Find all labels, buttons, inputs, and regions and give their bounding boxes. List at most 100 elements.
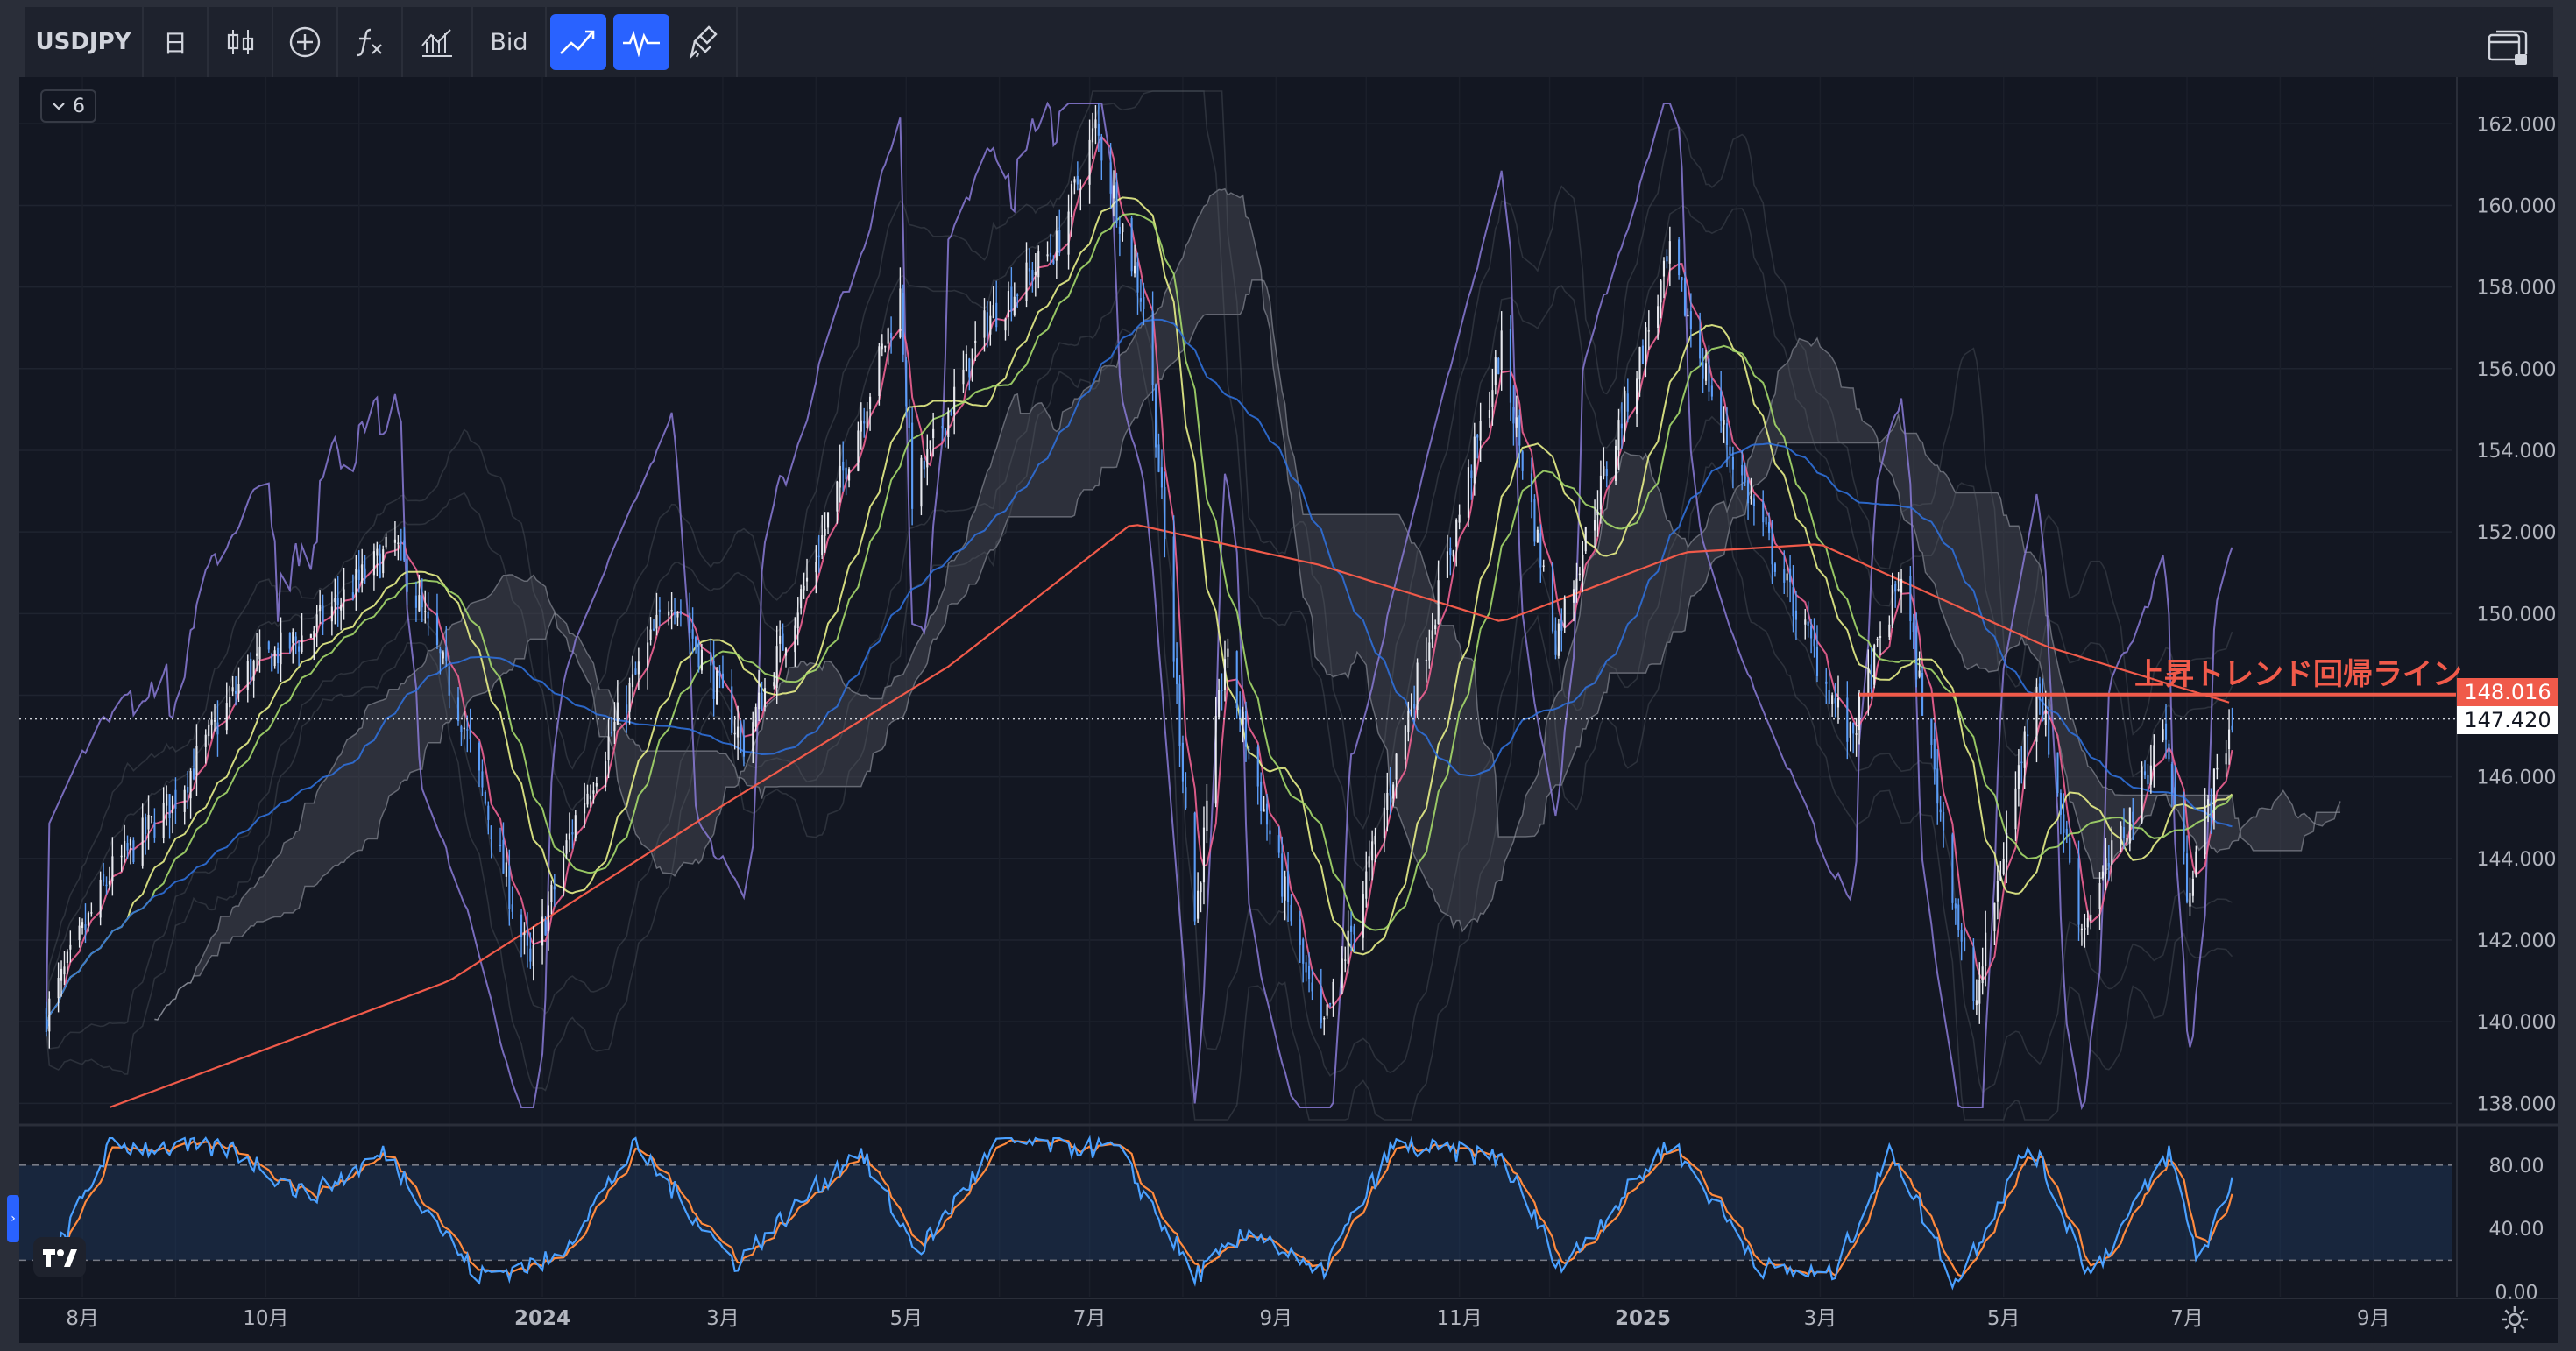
candle-body [87,912,89,926]
candle [280,617,282,682]
candle-body [1918,670,1921,677]
candle-body [1094,119,1097,129]
candle-body [983,310,986,338]
candle-body [1771,528,1773,565]
candle-body [250,658,252,680]
candle-body [631,674,634,688]
candle-body [1731,456,1734,470]
candle-body [1353,926,1355,935]
candle [1873,643,1876,689]
candle [1509,315,1512,421]
candle [1049,234,1052,265]
candle-body [463,727,465,730]
ichimoku-cloud [154,188,2341,1020]
candle-body [406,558,408,592]
candle-body [1479,421,1482,441]
candle-body [1744,477,1746,483]
candle-body [2014,788,2017,830]
candle [168,794,171,839]
candle [626,685,628,733]
stoch-y-tick-label: 40.00 [2489,1219,2544,1241]
candle-body [424,611,427,612]
y-tick-label: 154.000 [2477,441,2557,463]
candle-body [376,548,379,556]
candle [1993,902,1996,945]
x-tick-label: 8月 [66,1307,99,1330]
candle [1708,345,1710,401]
indicator-collapse-button[interactable]: 6 [40,89,96,123]
candle-body [1308,966,1311,980]
candle [1921,666,1924,716]
candle-body [718,671,721,676]
candle-body [57,978,60,999]
candle-body [923,460,925,470]
candle-body [697,642,700,668]
candle-body [649,629,652,640]
candle [1223,640,1227,702]
candle [1975,979,1978,1015]
candle-body [1702,362,1704,379]
candle-body [1563,598,1566,628]
candle-body [1332,981,1334,1004]
candle-body [1181,742,1185,782]
candle-body [553,886,556,890]
candle-body [989,315,992,335]
candle-body [1813,639,1815,647]
candle-body [1413,704,1416,709]
candle-body [929,440,931,449]
candle-body [613,721,616,732]
candle-body [740,724,742,734]
candle-body [2122,827,2126,838]
expand-panel-handle[interactable]: › [7,1195,19,1242]
candle [2065,820,2068,843]
candle-body [1957,904,1960,930]
candle-body [1683,278,1687,316]
candle-body [351,592,354,598]
candle-body [1783,569,1786,583]
candle-body [1214,716,1217,804]
candle [1746,477,1750,520]
candle-body [920,457,923,507]
candle [2020,746,2023,784]
candle-body [1176,658,1178,685]
candle-body [2174,787,2176,804]
candle-body [1867,668,1870,696]
candle-body [340,605,343,611]
candle-body [1500,330,1503,371]
candle-body [550,884,553,902]
x-tick-label: 7月 [1073,1307,1107,1330]
candle-body [884,345,887,348]
candle [1164,471,1166,558]
candle-body [779,635,782,644]
candle-body [1425,659,1427,661]
candle-body [145,817,147,834]
candle [1542,559,1545,572]
candle [99,871,102,926]
candle [605,751,607,792]
chart-settings-button[interactable] [2499,1304,2530,1339]
candle [334,578,336,625]
tradingview-logo[interactable] [33,1237,86,1277]
candle-body [1807,621,1809,626]
candle-body [628,683,631,713]
candle-body [1446,551,1448,578]
candle-body [1509,329,1512,403]
candle-body [1223,659,1227,690]
candle [1100,133,1103,180]
candle-body [592,790,595,794]
candle-body [1242,711,1244,725]
candle [379,544,381,579]
candle-body [733,732,736,735]
candle-body [2002,859,2005,874]
candle-body [108,881,111,885]
candle-body [478,742,481,771]
candle-body [2231,725,2233,730]
candle-body [842,461,845,471]
candle-body [944,428,946,436]
y-tick-label: 158.000 [2477,278,2557,300]
candle [2090,895,2092,930]
candle-body [1070,184,1073,217]
candle-body [379,553,381,578]
x-tick-label: 3月 [1804,1307,1837,1330]
candle-body [1136,262,1139,293]
